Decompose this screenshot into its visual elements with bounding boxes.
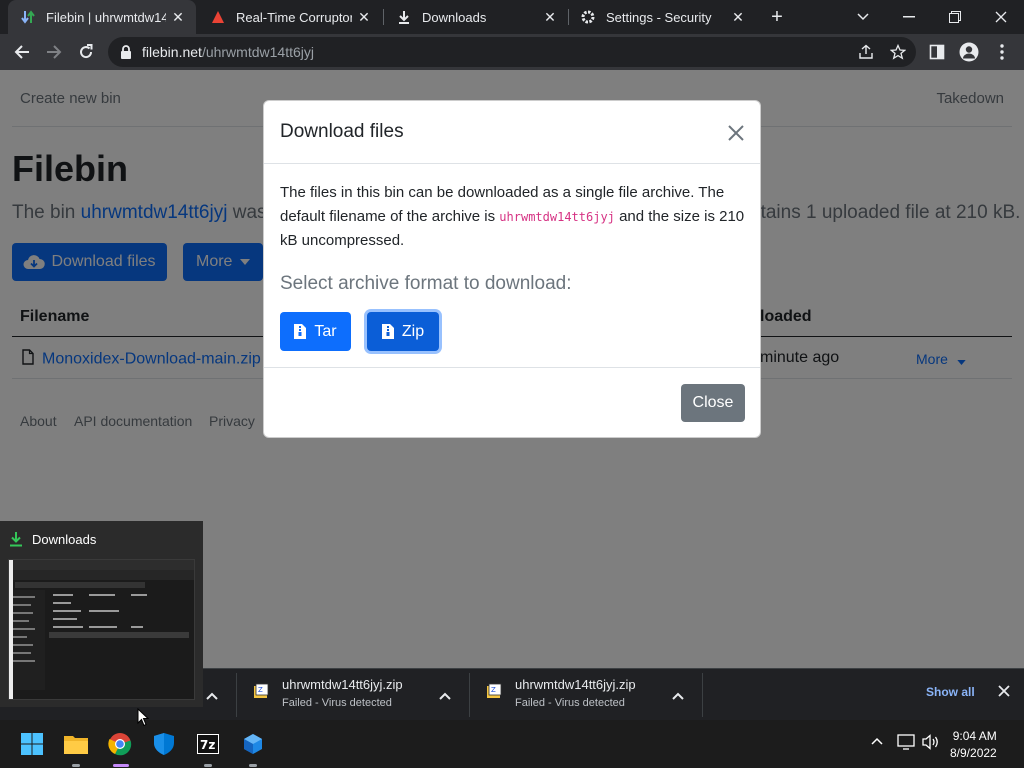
restore-button[interactable] — [932, 0, 978, 34]
tab-corruptor[interactable]: Real-Time Corruptor - I ✕ — [198, 0, 382, 34]
reload-button[interactable] — [72, 38, 100, 66]
bookmark-star-icon[interactable] — [889, 43, 907, 60]
clock-time: 9:04 AM — [952, 729, 997, 743]
download-item[interactable]: Z uhrwmtdw14tt6jyj.zip Failed - Virus de… — [470, 669, 702, 721]
file-archive-icon — [381, 324, 394, 339]
gear-icon — [580, 9, 596, 25]
tab-title: Real-Time Corruptor - I — [236, 9, 352, 25]
taskbar-thumbnail-popup[interactable]: Downloads — [0, 521, 203, 707]
clock-date: 8/9/2022 — [950, 746, 997, 760]
thumbnail-title: Downloads — [32, 532, 97, 547]
chrome-icon[interactable] — [104, 728, 136, 760]
taskbar-indicator — [249, 764, 257, 767]
modal-header-divider — [264, 163, 760, 164]
zip-file-icon: Z — [486, 683, 502, 704]
svg-text:7z: 7z — [200, 738, 215, 752]
modal-footer-divider — [264, 367, 760, 368]
chevron-up-icon[interactable] — [206, 687, 220, 701]
minimize-button[interactable] — [886, 0, 932, 34]
tab-downloads[interactable]: Downloads ✕ — [384, 0, 568, 34]
volume-icon[interactable] — [922, 734, 942, 754]
taskbar-active-indicator — [113, 764, 129, 767]
tab-search-chevron-icon[interactable] — [840, 0, 886, 34]
tab-bar: Filebin | uhrwmtdw14tt6jyj ✕ Real-Time C… — [0, 0, 1024, 34]
tab-settings[interactable]: Settings - Security ✕ — [568, 0, 756, 34]
url-path: /uhrwmtdw14tt6jyj — [201, 44, 314, 60]
file-explorer-icon[interactable] — [60, 728, 92, 760]
back-button[interactable] — [8, 38, 36, 66]
archive-filename: uhrwmtdw14tt6jyj — [499, 210, 615, 224]
side-panel-icon[interactable] — [923, 38, 951, 66]
modal-title: Download files — [280, 121, 404, 142]
tab-filebin[interactable]: Filebin | uhrwmtdw14tt6jyj ✕ — [8, 0, 196, 34]
warning-favicon-icon — [210, 9, 226, 25]
file-archive-icon — [294, 324, 307, 339]
download-status: Failed - Virus detected — [515, 697, 625, 709]
share-icon[interactable] — [858, 44, 874, 60]
zip-label: Zip — [401, 322, 425, 340]
profile-avatar-icon[interactable] — [955, 38, 983, 66]
taskbar-indicator — [72, 764, 80, 767]
chevron-up-icon[interactable] — [870, 734, 890, 754]
network-icon[interactable] — [897, 734, 917, 754]
tar-button[interactable]: Tar — [280, 312, 351, 351]
lock-icon[interactable] — [120, 45, 132, 64]
windows-security-icon[interactable] — [148, 728, 180, 760]
app-cube-icon[interactable] — [237, 728, 269, 760]
new-tab-button[interactable]: + — [766, 6, 788, 28]
download-icon — [396, 9, 412, 25]
windows-start-icon[interactable] — [16, 728, 48, 760]
tab-close-icon[interactable]: ✕ — [170, 9, 186, 25]
address-bar[interactable]: filebin.net/uhrwmtdw14tt6jyj — [108, 37, 916, 67]
modal-body-text: The files in this bin can be downloaded … — [280, 181, 746, 253]
format-prompt: Select archive format to download: — [280, 273, 572, 294]
close-button[interactable]: Close — [681, 384, 745, 422]
tar-label: Tar — [314, 322, 337, 340]
filebin-favicon-icon — [20, 9, 36, 25]
svg-text:Z: Z — [258, 686, 263, 694]
close-window-button[interactable] — [978, 0, 1024, 34]
modal-close-icon[interactable] — [724, 121, 748, 145]
tab-title: Filebin | uhrwmtdw14tt6jyj — [46, 9, 166, 25]
url-host: filebin.net — [142, 44, 202, 60]
menu-kebab-icon[interactable] — [988, 38, 1016, 66]
tab-close-icon[interactable]: ✕ — [730, 9, 746, 25]
download-item[interactable]: Z uhrwmtdw14tt6jyj.zip Failed - Virus de… — [237, 669, 469, 721]
forward-button[interactable] — [40, 38, 68, 66]
chevron-up-icon[interactable] — [672, 687, 686, 701]
mouse-cursor-icon — [137, 707, 150, 732]
download-modal: Download files The files in this bin can… — [263, 100, 761, 438]
windows-taskbar: 7z 9:04 AM 8/9/2022 — [0, 720, 1024, 768]
show-all-button[interactable]: Show all — [926, 685, 975, 699]
taskbar-clock[interactable]: 9:04 AM 8/9/2022 — [950, 728, 997, 762]
browser-toolbar: filebin.net/uhrwmtdw14tt6jyj — [0, 34, 1024, 70]
tab-close-icon[interactable]: ✕ — [356, 9, 372, 25]
download-icon — [9, 531, 23, 552]
tab-close-icon[interactable]: ✕ — [542, 9, 558, 25]
explorer-window-preview — [8, 559, 195, 700]
download-status: Failed - Virus detected — [282, 697, 392, 709]
taskbar-indicator — [204, 764, 212, 767]
zip-button[interactable]: Zip — [367, 312, 439, 351]
download-filename: uhrwmtdw14tt6jyj.zip — [282, 677, 403, 692]
download-filename: uhrwmtdw14tt6jyj.zip — [515, 677, 636, 692]
zip-file-icon: Z — [253, 683, 269, 704]
shelf-separator — [702, 673, 703, 717]
url-text: filebin.net/uhrwmtdw14tt6jyj — [142, 44, 314, 60]
svg-text:Z: Z — [491, 686, 496, 694]
close-shelf-icon[interactable] — [998, 684, 1014, 700]
chevron-up-icon[interactable] — [439, 687, 453, 701]
7zip-icon[interactable]: 7z — [192, 728, 224, 760]
